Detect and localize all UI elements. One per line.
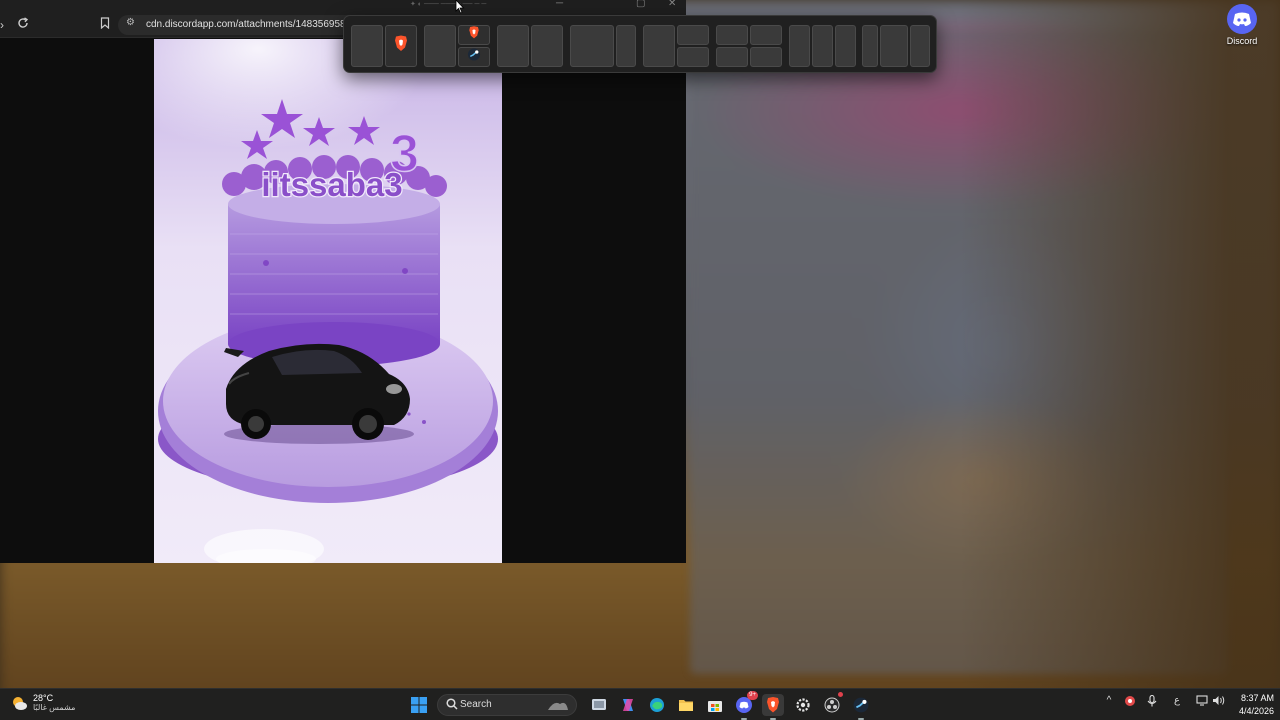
snap-zone[interactable] (862, 25, 878, 67)
search-icon (446, 698, 458, 710)
snap-zone[interactable] (497, 25, 529, 67)
system-clock[interactable]: 8:37 AM 4/4/2026 (1228, 692, 1274, 718)
chevron-up-icon[interactable]: ^ (1102, 695, 1116, 706)
copilot-icon (623, 699, 633, 711)
input-language-indicator[interactable]: ع (1170, 695, 1184, 706)
tray-app-icon (1125, 696, 1135, 706)
clock-time: 8:37 AM (1240, 693, 1274, 703)
snap-zone[interactable] (716, 25, 748, 45)
maximize-icon[interactable]: ▢ (636, 0, 645, 9)
site-info-icon[interactable]: ⚙ (126, 17, 135, 28)
folder-icon (679, 700, 693, 711)
snap-layout-two-equal-c[interactable] (497, 25, 563, 67)
obs-icon (824, 697, 840, 713)
brave-icon (394, 35, 408, 57)
brave-taskbar-button[interactable] (762, 694, 784, 720)
steam-icon (467, 48, 481, 66)
snap-layouts-flyout (343, 15, 937, 73)
snap-zone[interactable] (458, 47, 490, 67)
reload-button[interactable] (15, 17, 31, 33)
steam-icon (853, 697, 869, 713)
snap-zone[interactable] (750, 47, 782, 67)
obs-taskbar-button[interactable] (821, 692, 843, 716)
steam-taskbar-button[interactable] (850, 694, 872, 720)
taskbar-search[interactable]: Search (437, 694, 577, 716)
snap-layout-quad[interactable] (716, 25, 782, 67)
cake-illustration: 3 iitssaba3 (154, 39, 502, 563)
windows-logo-icon (411, 697, 427, 713)
microphone-icon[interactable] (1144, 694, 1160, 710)
sun-cloud-icon (13, 696, 27, 710)
weather-widget[interactable]: 28°C مشمس غالبًا (10, 693, 75, 712)
clock-date: 4/4/2026 (1238, 706, 1274, 716)
snap-zone[interactable] (531, 25, 563, 67)
minimize-icon[interactable]: ─ (556, 0, 563, 9)
settings-taskbar-button[interactable] (792, 694, 814, 716)
snap-zone[interactable] (616, 25, 636, 67)
task-view-icon (592, 699, 606, 710)
browser-titlebar[interactable]: ✦ ◐ ─── ──── ── ─ ─ ─ ▢ ✕ (0, 0, 686, 12)
snap-layout-wide-left[interactable] (570, 25, 636, 67)
brave-icon (469, 26, 480, 44)
widgets-button[interactable] (617, 694, 639, 716)
store-icon (708, 701, 722, 712)
network-icon[interactable] (1194, 695, 1210, 709)
snap-zone[interactable] (677, 25, 709, 45)
discord-taskbar-button[interactable]: 9+ (733, 691, 758, 720)
snap-zone[interactable] (716, 47, 748, 67)
snap-zone[interactable] (812, 25, 833, 67)
weather-temperature: 28°C (33, 693, 54, 703)
address-url[interactable]: cdn.discordapp.com/attachments/148356958… (146, 19, 357, 30)
snap-layout-three-equal[interactable] (789, 25, 856, 67)
snap-zone[interactable] (835, 25, 856, 67)
file-explorer-button[interactable] (675, 694, 697, 716)
desktop-discord-shortcut[interactable]: Discord (1222, 4, 1262, 52)
volume-icon[interactable] (1210, 695, 1226, 709)
cake-image[interactable]: 3 iitssaba3 (154, 39, 502, 563)
store-button[interactable] (704, 694, 726, 716)
snap-zone[interactable] (424, 25, 456, 67)
discord-notification-badge: 9+ (747, 691, 758, 700)
edge-icon (650, 698, 664, 712)
discord-shortcut-label: Discord (1226, 36, 1258, 46)
snap-zone[interactable] (677, 47, 709, 67)
bookmark-icon (100, 17, 110, 30)
address-bar[interactable]: ⚙ cdn.discordapp.com/attachments/1483569… (118, 15, 358, 35)
search-label: Search (460, 699, 492, 710)
snap-layout-two-equal-a[interactable] (351, 25, 417, 67)
snap-layout-three-wide-center[interactable] (862, 25, 930, 67)
taskbar: 28°C مشمس غالبًا Search 9+ ^ ع 8:37 AM 4… (0, 688, 1280, 720)
snap-zone[interactable] (385, 25, 417, 67)
recording-dot (838, 692, 843, 697)
snap-zone[interactable] (789, 25, 810, 67)
edge-button[interactable] (646, 694, 668, 716)
start-button[interactable] (408, 694, 430, 716)
snap-zone[interactable] (643, 25, 675, 67)
weather-condition: مشمس غالبًا (33, 703, 76, 712)
browser-window: ✦ ◐ ─── ──── ── ─ ─ ─ ▢ ✕ › ⚙ cdn.discor… (0, 0, 686, 563)
brave-icon (767, 697, 779, 713)
tray-app-button[interactable] (1122, 695, 1138, 710)
cake-name-text: iitssaba3 (261, 166, 402, 203)
forward-icon[interactable]: › (0, 17, 10, 33)
snap-zone[interactable] (750, 25, 782, 45)
mouse-cursor-icon (455, 0, 465, 14)
bookmark-button[interactable] (97, 17, 113, 33)
close-icon[interactable]: ✕ (668, 0, 676, 9)
tab-title-ghost: ✦ ◐ ─── ──── ── ─ ─ (410, 1, 487, 8)
snap-zone[interactable] (458, 25, 490, 45)
snap-zone[interactable] (351, 25, 383, 67)
discord-icon (1227, 4, 1257, 34)
snap-zone[interactable] (570, 25, 614, 67)
task-view-button[interactable] (588, 694, 610, 716)
reload-icon (18, 17, 29, 28)
snap-layout-two-equal-b[interactable] (424, 25, 490, 67)
snap-zone[interactable] (880, 25, 908, 67)
snap-layout-left-plus-stack[interactable] (643, 25, 709, 67)
search-highlight-icon (548, 702, 568, 710)
page-viewport: 3 iitssaba3 (0, 39, 686, 563)
gear-icon (796, 698, 810, 712)
snap-zone[interactable] (910, 25, 930, 67)
